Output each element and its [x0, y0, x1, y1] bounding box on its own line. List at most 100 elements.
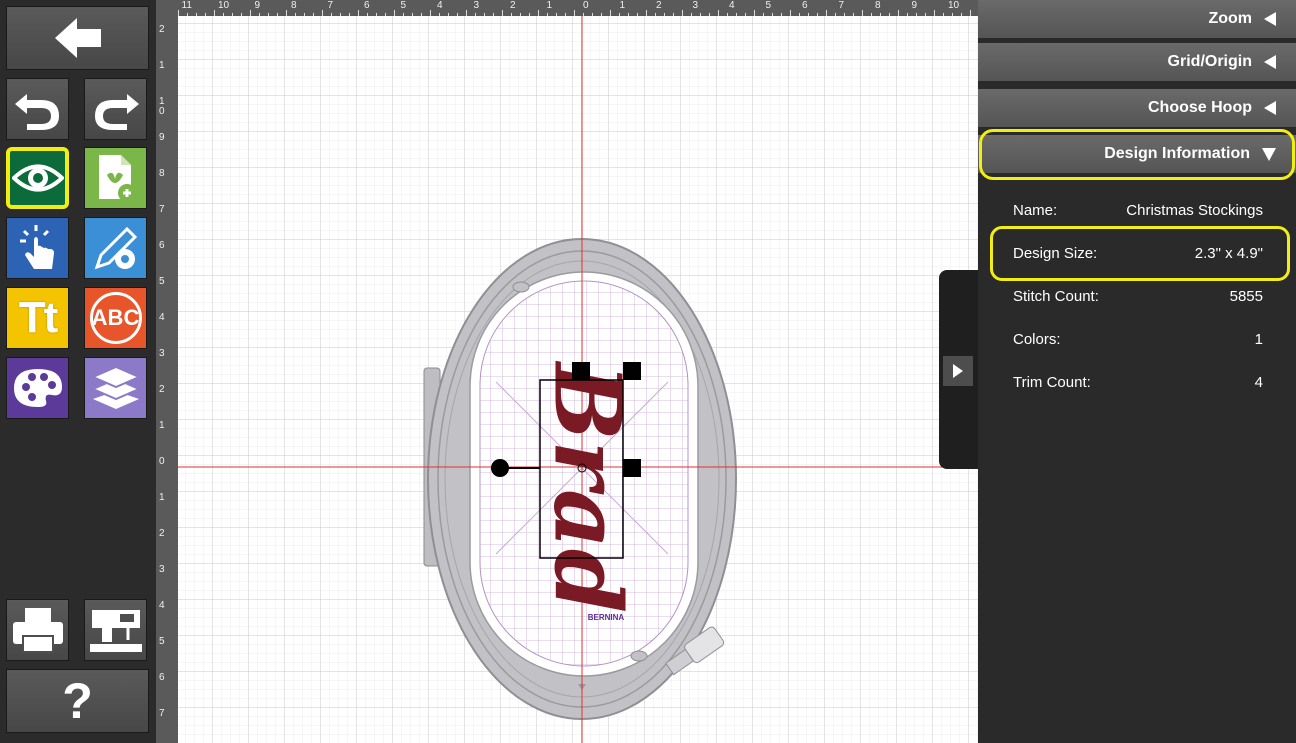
panel-drawer	[939, 270, 978, 469]
ruler-top-label: 5	[765, 0, 772, 11]
ruler-top-label: 1	[546, 0, 553, 11]
trim-count-value: 4	[1254, 374, 1263, 391]
eye-icon	[11, 164, 64, 192]
text-button[interactable]: Tt	[6, 287, 69, 349]
ruler-left-label: 2	[159, 384, 165, 395]
canvas-drawing: BERNINA Brad	[178, 16, 978, 743]
collapse-arrow-icon	[1264, 55, 1276, 69]
layers-button[interactable]	[84, 357, 147, 419]
help-button[interactable]: ?	[6, 669, 149, 733]
help-icon: ?	[62, 673, 93, 729]
ruler-top-label: 3	[692, 0, 699, 11]
name-label: Name:	[1013, 202, 1058, 219]
ruler-left-label: 1	[159, 420, 165, 431]
ruler-left-label: 6	[159, 240, 165, 251]
ruler-top-label: 9	[911, 0, 918, 11]
grid-origin-section-header[interactable]: Grid/Origin	[978, 43, 1296, 81]
ruler-left-label: 3	[159, 348, 165, 359]
ruler-left-label: 7	[159, 708, 165, 719]
undo-icon	[14, 94, 59, 130]
collapse-arrow-icon	[1264, 12, 1276, 26]
ruler-top-label: 2	[510, 0, 516, 11]
ruler-left-label: 1 0	[159, 96, 165, 117]
stitch-count-label: Stitch Count:	[1013, 288, 1099, 305]
collapse-arrow-icon	[1264, 101, 1276, 115]
ruler-left-label: 1	[159, 492, 165, 503]
edit-button[interactable]	[84, 217, 147, 279]
ruler-left-label: 4	[159, 600, 165, 611]
monogram-button[interactable]: ABC	[84, 287, 147, 349]
header-highlight	[979, 129, 1295, 180]
zoom-section-header[interactable]: Zoom	[978, 0, 1296, 38]
edit-gear-icon	[94, 226, 137, 270]
choose-hoop-section-header[interactable]: Choose Hoop	[978, 89, 1296, 127]
hoop-brand-label: BERNINA	[588, 613, 625, 622]
colors-label: Colors:	[1013, 331, 1061, 348]
info-row-trim-count: Trim Count: 4	[1013, 374, 1263, 391]
hoop-bottom-notch	[630, 650, 648, 662]
resize-handle-top[interactable]	[572, 362, 590, 380]
touch-select-icon	[19, 225, 54, 269]
ruler-top-label: 10	[948, 0, 960, 11]
info-row-stitch-count: Stitch Count: 5855	[1013, 288, 1263, 305]
rotate-handle[interactable]	[491, 459, 509, 477]
back-button[interactable]	[6, 6, 149, 70]
ruler-left-label: 4	[159, 312, 165, 323]
ruler-top-label: 3	[473, 0, 480, 11]
grid-origin-section-label: Grid/Origin	[1167, 53, 1252, 70]
ruler-left-label: 9	[159, 132, 165, 143]
colors-value: 1	[1254, 331, 1263, 348]
ruler-top-label: 0	[583, 0, 589, 11]
info-row-name: Name: Christmas Stockings	[1013, 202, 1263, 219]
ruler-left-label: 0	[159, 456, 165, 467]
view-button[interactable]	[6, 147, 69, 209]
choose-hoop-section-label: Choose Hoop	[1148, 99, 1252, 116]
ruler-top-label: 7	[838, 0, 845, 11]
ruler-top-label: 4	[437, 0, 443, 11]
hoop-top-notch	[512, 281, 530, 293]
ruler-top-label: 8	[291, 0, 297, 11]
ruler-left-label: 5	[159, 636, 165, 647]
info-row-colors: Colors: 1	[1013, 331, 1263, 348]
select-button[interactable]	[6, 217, 69, 279]
ruler-left-label: 7	[159, 204, 165, 215]
ruler-top-label: 11	[181, 0, 192, 11]
printer-icon	[12, 608, 63, 653]
ruler-top-label: 9	[254, 0, 261, 11]
trim-count-label: Trim Count:	[1013, 374, 1091, 391]
ruler-top-label: 5	[400, 0, 407, 11]
name-value: Christmas Stockings	[1126, 202, 1263, 219]
text-tool-label: Tt	[18, 293, 59, 342]
design-canvas[interactable]: BERNINA Brad	[178, 16, 978, 743]
ruler-top-label: 10	[218, 0, 230, 11]
resize-handle-top-right[interactable]	[623, 362, 641, 380]
colors-button[interactable]	[6, 357, 69, 419]
monogram-label: ABC	[91, 305, 140, 330]
add-design-button[interactable]	[84, 147, 147, 209]
ruler-left-label: 2	[159, 24, 165, 35]
monogram-circle: ABC	[89, 292, 142, 344]
print-button[interactable]	[6, 599, 69, 661]
zoom-section-label: Zoom	[1208, 10, 1252, 27]
ruler-top: 11 10 9 8 7 6 5 4 3 2 1 0 1 2 3 4 5 6 7 8 9 10	[156, 0, 978, 16]
ruler-top-label: 7	[327, 0, 334, 11]
ruler-top-label: 8	[875, 0, 881, 11]
ruler-left-label: 2	[159, 528, 165, 539]
ruler-left: 211 098765432101234567	[156, 16, 178, 743]
design-size-highlight	[990, 226, 1290, 281]
ruler-left-label: 1	[159, 60, 165, 71]
resize-handle-right[interactable]	[623, 459, 641, 477]
left-toolbar: Tt ABC ?	[0, 0, 156, 743]
ruler-top-label: 2	[656, 0, 662, 11]
expand-right-icon	[953, 364, 963, 378]
new-design-icon	[98, 155, 136, 202]
drawer-toggle-button[interactable]	[943, 356, 973, 386]
redo-button[interactable]	[84, 78, 147, 140]
send-to-machine-button[interactable]	[84, 599, 147, 661]
stitch-count-value: 5855	[1229, 288, 1263, 305]
ruler-left-label: 6	[159, 672, 165, 683]
right-panel: Zoom Grid/Origin Choose Hoop Design Info…	[978, 0, 1296, 743]
ruler-top-label: 4	[729, 0, 735, 11]
redo-icon	[94, 94, 139, 130]
undo-button[interactable]	[6, 78, 69, 140]
